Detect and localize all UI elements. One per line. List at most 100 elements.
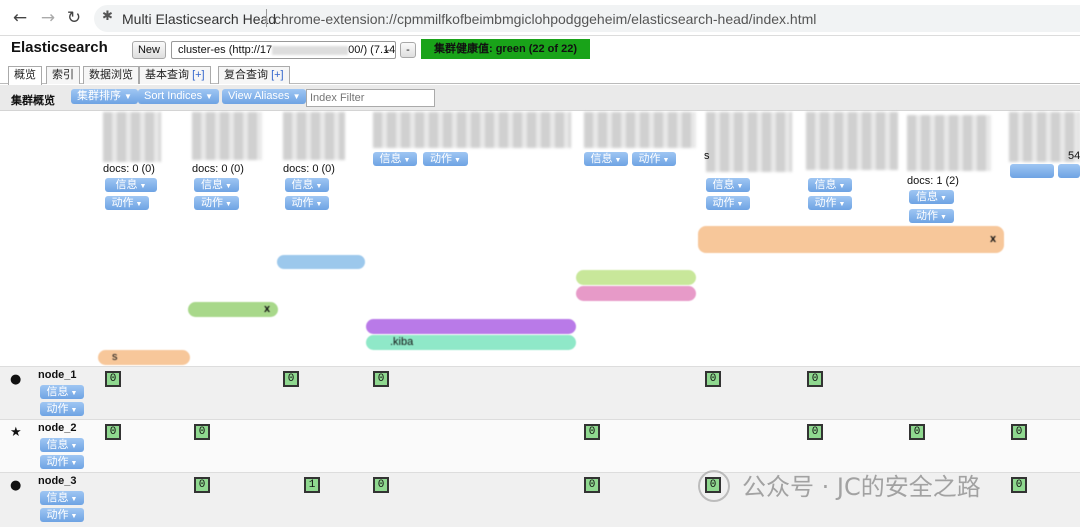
alias-remove-icon[interactable]: x bbox=[264, 303, 270, 315]
chevron-down-icon: ▼ bbox=[315, 201, 323, 208]
new-button[interactable]: New bbox=[132, 41, 166, 59]
index-docs: docs: 0 (0) bbox=[103, 163, 155, 175]
info-label: 信息 bbox=[916, 191, 939, 203]
shard[interactable]: 1 bbox=[304, 477, 320, 493]
index-docs: docs: 1 (2) bbox=[907, 175, 959, 187]
index-action-button[interactable]: 动作 ▼ bbox=[632, 152, 676, 166]
chevron-down-icon: ▼ bbox=[70, 513, 78, 520]
chevron-down-icon: ▼ bbox=[70, 443, 78, 450]
shard[interactable]: 0 bbox=[584, 424, 600, 440]
index-info-button[interactable]: 信息 ▼ bbox=[105, 178, 157, 192]
chevron-down-icon: ▼ bbox=[838, 201, 846, 208]
shard[interactable]: 0 bbox=[105, 424, 121, 440]
view-aliases-button[interactable]: View Aliases ▼ bbox=[222, 89, 307, 104]
redacted-index-name bbox=[806, 112, 898, 170]
shard[interactable]: 0 bbox=[283, 371, 299, 387]
redacted-index-name bbox=[103, 112, 161, 162]
redacted-index-name bbox=[584, 112, 696, 148]
index-action-button[interactable]: 动作 ▼ bbox=[105, 196, 149, 210]
index-filter-input[interactable] bbox=[306, 89, 435, 107]
sort-indices-label: Sort Indices bbox=[144, 90, 203, 102]
index-info-button[interactable]: 信息 ▼ bbox=[706, 178, 750, 192]
remove-cluster-button[interactable]: - bbox=[400, 42, 416, 58]
info-label: 信息 bbox=[46, 492, 69, 504]
shard[interactable]: 0 bbox=[373, 371, 389, 387]
partial-label: 54 bbox=[1068, 150, 1080, 162]
shard[interactable]: 0 bbox=[194, 424, 210, 440]
reload-icon[interactable]: ↻ bbox=[64, 8, 84, 28]
index-action-button[interactable]: 动作 ▼ bbox=[706, 196, 750, 210]
alias-bar: x bbox=[698, 226, 1004, 253]
watermark: 公众号 · JC的安全之路 bbox=[742, 473, 981, 501]
tab-compound-query[interactable]: 复合查询 [+] bbox=[218, 66, 290, 84]
cluster-health-badge: 集群健康值: green (22 of 22) bbox=[421, 39, 590, 59]
alias-bar: .kiba bbox=[366, 335, 576, 350]
index-info-button[interactable]: 信息 ▼ bbox=[909, 190, 954, 204]
forward-icon[interactable]: → bbox=[38, 8, 58, 28]
node-info-button[interactable]: 信息 ▼ bbox=[40, 385, 84, 399]
shard[interactable]: 0 bbox=[105, 371, 121, 387]
sort-indices-button[interactable]: Sort Indices ▼ bbox=[138, 89, 220, 104]
tab-overview[interactable]: 概览 bbox=[8, 66, 42, 85]
node-info-button[interactable]: 信息 ▼ bbox=[40, 491, 84, 505]
redacted-index-name bbox=[283, 112, 345, 160]
tab-plus[interactable]: [+] bbox=[271, 69, 284, 81]
index-action-button[interactable]: 动作 ▼ bbox=[808, 196, 852, 210]
cluster-select[interactable]: cluster-es (http://1700/) (7.14.0) ⌄ bbox=[171, 41, 396, 59]
sort-cluster-label: 集群排序 bbox=[77, 90, 121, 102]
shard[interactable]: 0 bbox=[1011, 424, 1027, 440]
chevron-down-icon: ▼ bbox=[662, 157, 670, 164]
alias-remove-icon[interactable]: x bbox=[990, 233, 996, 245]
index-action-button[interactable]: 动作 ▼ bbox=[909, 209, 954, 223]
index-action-button[interactable] bbox=[1058, 164, 1080, 178]
alias-label: .kiba bbox=[390, 336, 414, 348]
tab-label: 概览 bbox=[14, 69, 36, 81]
index-info-button[interactable]: 信息 ▼ bbox=[584, 152, 628, 166]
tab-browser[interactable]: 数据浏览 bbox=[83, 66, 139, 84]
index-action-button[interactable]: 动作 ▼ bbox=[194, 196, 239, 210]
chevron-down-icon: ▼ bbox=[225, 201, 232, 208]
alias-bar bbox=[576, 286, 696, 301]
shard[interactable]: 0 bbox=[373, 477, 389, 493]
chevron-down-icon: ▼ bbox=[205, 92, 214, 101]
chevron-down-icon: ▼ bbox=[139, 183, 147, 190]
node-action-button[interactable]: 动作 ▼ bbox=[40, 455, 84, 469]
index-info-button[interactable]: 信息 ▼ bbox=[285, 178, 329, 192]
index-action-button[interactable]: 动作 ▼ bbox=[285, 196, 329, 210]
tab-plus[interactable]: [+] bbox=[192, 69, 205, 81]
redacted-index-name bbox=[373, 112, 571, 148]
shard[interactable]: 0 bbox=[807, 424, 823, 440]
node-info-button[interactable]: 信息 ▼ bbox=[40, 438, 84, 452]
chevron-down-icon: ▼ bbox=[292, 92, 301, 101]
index-info-button[interactable]: 信息 ▼ bbox=[194, 178, 239, 192]
tab-basic-query[interactable]: 基本查询 [+] bbox=[139, 66, 211, 84]
sort-cluster-button[interactable]: 集群排序 ▼ bbox=[71, 89, 138, 104]
action-label: 动作 bbox=[814, 197, 837, 209]
alias-bar bbox=[366, 319, 576, 334]
chevron-down-icon: ▼ bbox=[614, 157, 622, 164]
chevron-down-icon: ▼ bbox=[70, 390, 78, 397]
action-label: 动作 bbox=[46, 509, 69, 521]
address-bar[interactable]: ✱ Multi Elasticsearch Head chrome-extens… bbox=[94, 5, 1080, 32]
index-action-button[interactable]: 动作 ▼ bbox=[423, 152, 468, 166]
chevron-down-icon: ▼ bbox=[124, 92, 132, 101]
index-info-button[interactable]: 信息 ▼ bbox=[808, 178, 852, 192]
tab-indices[interactable]: 索引 bbox=[46, 66, 80, 84]
back-icon[interactable]: ← bbox=[10, 8, 30, 28]
tab-label: 基本查询 bbox=[145, 69, 189, 81]
shard[interactable]: 0 bbox=[584, 477, 600, 493]
index-info-button[interactable]: 信息 ▼ bbox=[373, 152, 417, 166]
node-action-button[interactable]: 动作 ▼ bbox=[40, 402, 84, 416]
shard[interactable]: 0 bbox=[705, 371, 721, 387]
action-label: 动作 bbox=[712, 197, 735, 209]
action-label: 动作 bbox=[291, 197, 314, 209]
shard[interactable]: 0 bbox=[909, 424, 925, 440]
action-label: 动作 bbox=[201, 197, 224, 209]
shard[interactable]: 0 bbox=[807, 371, 823, 387]
index-info-button[interactable] bbox=[1010, 164, 1054, 178]
action-label: 动作 bbox=[430, 153, 453, 165]
chevron-down-icon: ▼ bbox=[838, 183, 846, 190]
shard[interactable]: 0 bbox=[1011, 477, 1027, 493]
node-action-button[interactable]: 动作 ▼ bbox=[40, 508, 84, 522]
shard[interactable]: 0 bbox=[194, 477, 210, 493]
